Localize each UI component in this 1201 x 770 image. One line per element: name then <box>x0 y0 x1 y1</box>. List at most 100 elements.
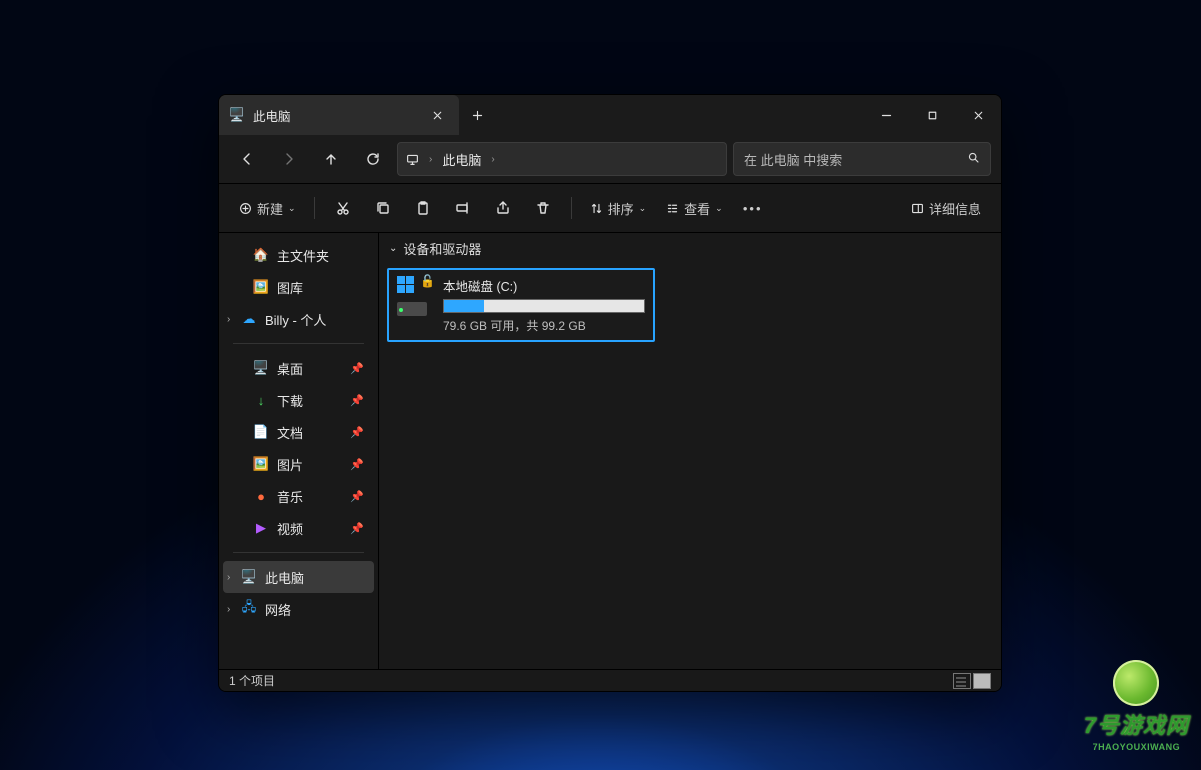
pictures-icon: 🖼️ <box>253 456 269 472</box>
chevron-down-icon: ⌄ <box>715 203 723 214</box>
view-mode-toggles <box>953 673 991 689</box>
rename-icon <box>455 200 471 216</box>
sidebar-item-home[interactable]: 🏠 主文件夹 <box>223 239 374 271</box>
navigation-bar: › 此电脑 › 在 此电脑 中搜索 <box>219 135 1001 183</box>
sidebar-item-videos[interactable]: ▶ 视频 📌 <box>223 512 374 544</box>
status-text: 1 个项目 <box>229 672 275 689</box>
chevron-right-icon[interactable]: › <box>227 604 230 615</box>
nav-forward-button[interactable] <box>271 141 307 177</box>
refresh-icon <box>365 151 381 167</box>
sidebar-item-thispc[interactable]: › 🖥️ 此电脑 <box>223 561 374 593</box>
unlock-icon: 🔓 <box>420 274 435 288</box>
separator <box>314 197 315 219</box>
nav-refresh-button[interactable] <box>355 141 391 177</box>
more-button[interactable]: ••• <box>735 191 771 225</box>
chevron-right-icon: › <box>429 154 432 165</box>
share-button[interactable] <box>485 191 521 225</box>
drive-c[interactable]: 🔓 本地磁盘 (C:) 79.6 GB 可用，共 99.2 GB <box>387 268 655 342</box>
sort-button[interactable]: 排序 ⌄ <box>582 191 655 225</box>
copy-button[interactable] <box>365 191 401 225</box>
search-input[interactable]: 在 此电脑 中搜索 <box>733 142 991 176</box>
tab-title: 此电脑 <box>253 106 291 125</box>
pin-icon: 📌 <box>350 394 364 407</box>
details-pane-button[interactable]: 详细信息 <box>903 191 989 225</box>
sidebar-item-label: 主文件夹 <box>277 246 329 265</box>
close-icon <box>431 109 444 122</box>
desktop-icon: 🖥️ <box>253 360 269 376</box>
sidebar-item-label: 图库 <box>277 278 303 297</box>
watermark: 7号游戏网 7HAOYOUXIWANG <box>1084 660 1189 752</box>
nav-up-button[interactable] <box>313 141 349 177</box>
drive-capacity-bar <box>443 299 645 313</box>
sidebar-item-pictures[interactable]: 🖼️ 图片 📌 <box>223 448 374 480</box>
pin-icon: 📌 <box>350 426 364 439</box>
sidebar-item-onedrive[interactable]: › ☁ Billy - 个人 <box>223 303 374 335</box>
monitor-icon: 🖥️ <box>241 569 257 585</box>
tab-close-button[interactable] <box>425 103 449 127</box>
sidebar-item-network[interactable]: › 🖧 网络 <box>223 593 374 625</box>
sidebar-item-downloads[interactable]: ↓ 下载 📌 <box>223 384 374 416</box>
paste-icon <box>415 200 431 216</box>
view-label: 查看 <box>684 199 710 218</box>
cut-button[interactable] <box>325 191 361 225</box>
cloud-icon: ☁ <box>241 311 257 327</box>
sidebar-item-gallery[interactable]: 🖼️ 图库 <box>223 271 374 303</box>
window-controls <box>863 95 1001 135</box>
drive-icon: 🔓 <box>397 276 433 316</box>
window-close-button[interactable] <box>955 95 1001 135</box>
music-icon: ● <box>253 488 269 504</box>
arrow-right-icon <box>281 151 297 167</box>
separator <box>571 197 572 219</box>
sidebar-item-label: 此电脑 <box>265 568 304 587</box>
view-list-button[interactable] <box>953 673 971 689</box>
chevron-right-icon: › <box>491 154 494 165</box>
group-header-devices[interactable]: ⌄ 设备和驱动器 <box>379 233 1001 264</box>
plus-circle-icon <box>239 202 252 215</box>
trash-icon <box>535 200 551 216</box>
sidebar-item-label: Billy - 个人 <box>265 310 326 329</box>
search-icon <box>967 151 980 167</box>
drive-subtext: 79.6 GB 可用，共 99.2 GB <box>443 317 645 334</box>
breadcrumb-location[interactable]: 此电脑 <box>442 150 481 169</box>
more-icon: ••• <box>743 201 763 216</box>
pin-icon: 📌 <box>350 522 364 535</box>
sidebar-item-documents[interactable]: 📄 文档 📌 <box>223 416 374 448</box>
nav-back-button[interactable] <box>229 141 265 177</box>
search-placeholder: 在 此电脑 中搜索 <box>744 150 842 169</box>
close-icon <box>972 109 985 122</box>
title-bar: 🖥️ 此电脑 <box>219 95 1001 135</box>
monitor-icon: 🖥️ <box>229 107 245 123</box>
sidebar-item-music[interactable]: ● 音乐 📌 <box>223 480 374 512</box>
window-minimize-button[interactable] <box>863 95 909 135</box>
explorer-window: 🖥️ 此电脑 › 此电脑 › 在 此电脑 中搜索 <box>218 94 1002 692</box>
view-tiles-button[interactable] <box>973 673 991 689</box>
content-pane: ⌄ 设备和驱动器 🔓 本地磁盘 (C:) 79.6 GB 可用，共 99.2 G… <box>379 233 1001 669</box>
paste-button[interactable] <box>405 191 441 225</box>
share-icon <box>495 200 511 216</box>
sort-label: 排序 <box>608 199 634 218</box>
sidebar-item-label: 音乐 <box>277 487 303 506</box>
window-maximize-button[interactable] <box>909 95 955 135</box>
document-icon: 📄 <box>253 424 269 440</box>
chevron-right-icon[interactable]: › <box>227 314 230 325</box>
chevron-right-icon[interactable]: › <box>227 572 230 583</box>
arrow-up-icon <box>323 151 339 167</box>
network-icon: 🖧 <box>241 601 257 617</box>
new-button[interactable]: 新建 ⌄ <box>231 191 304 225</box>
explorer-body: 🏠 主文件夹 🖼️ 图库 › ☁ Billy - 个人 🖥️ 桌面 📌 ↓ 下载 <box>219 233 1001 669</box>
delete-button[interactable] <box>525 191 561 225</box>
minimize-icon <box>880 109 893 122</box>
view-button[interactable]: 查看 ⌄ <box>658 191 731 225</box>
chevron-down-icon: ⌄ <box>288 203 296 214</box>
pin-icon: 📌 <box>350 362 364 375</box>
tab-thispc[interactable]: 🖥️ 此电脑 <box>219 95 459 135</box>
download-icon: ↓ <box>253 392 269 408</box>
new-tab-button[interactable] <box>459 95 495 135</box>
rename-button[interactable] <box>445 191 481 225</box>
monitor-icon <box>406 153 419 166</box>
separator <box>233 343 364 344</box>
drive-name: 本地磁盘 (C:) <box>443 276 645 295</box>
sidebar-item-desktop[interactable]: 🖥️ 桌面 📌 <box>223 352 374 384</box>
address-bar[interactable]: › 此电脑 › <box>397 142 727 176</box>
plus-icon <box>471 109 484 122</box>
